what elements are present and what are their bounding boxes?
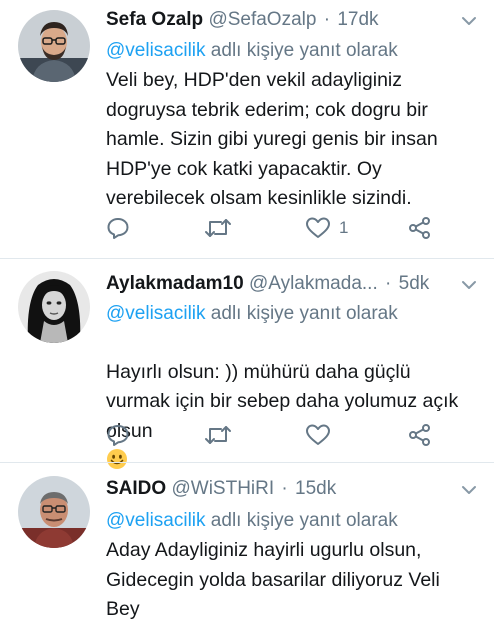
tweet-actions: 1	[106, 215, 454, 241]
retweet-button[interactable]	[204, 422, 232, 448]
share-button[interactable]	[408, 215, 432, 241]
share-button[interactable]	[408, 422, 432, 448]
reply-button[interactable]	[106, 422, 130, 448]
retweet-icon	[205, 426, 231, 444]
avatar[interactable]	[18, 271, 90, 343]
separator-dot: ·	[281, 478, 288, 499]
like-button[interactable]	[305, 422, 331, 448]
tweet-2[interactable]: Aylakmadam10 @Aylakmada... · 5dk @velisa…	[0, 259, 494, 469]
timestamp[interactable]: 5dk	[399, 273, 430, 294]
chevron-down-icon[interactable]	[460, 481, 478, 499]
tweet-3[interactable]: SAIDO @WiSTHiRI · 15dk @velisacilik adlı…	[0, 463, 494, 624]
tweet-header: Sefa Ozalp @SefaOzalp · 17dk	[106, 7, 454, 33]
tweet-header: Aylakmadam10 @Aylakmada... · 5dk	[106, 271, 454, 297]
reply-context-text: adlı kişiye yanıt olarak	[205, 40, 398, 61]
separator-dot: ·	[385, 273, 392, 294]
display-name[interactable]: Aylakmadam10	[106, 273, 244, 294]
heart-icon	[306, 424, 330, 445]
reply-context-text: adlı kişiye yanıt olarak	[205, 510, 398, 531]
user-handle[interactable]: @SefaOzalp	[208, 9, 316, 30]
reply-context: @velisacilik adlı kişiye yanıt olarak	[106, 36, 478, 66]
user-handle[interactable]: @Aylakmada...	[249, 273, 378, 294]
display-name[interactable]: SAIDO	[106, 478, 166, 499]
reply-button[interactable]	[106, 215, 130, 241]
avatar[interactable]	[18, 10, 90, 82]
chevron-down-icon[interactable]	[460, 12, 478, 30]
tweet-text: Hayırlı olsun: )) mühürü daha güçlü vurm…	[106, 328, 478, 476]
like-count: 1	[339, 218, 349, 237]
tweet-1[interactable]: Sefa Ozalp @SefaOzalp · 17dk @velisacili…	[0, 0, 494, 258]
user-handle[interactable]: @WiSTHiRI	[171, 478, 274, 499]
timestamp[interactable]: 15dk	[295, 478, 336, 499]
tweet-text: Veli bey, HDP'den vekil adayliginiz dogr…	[106, 69, 438, 209]
separator-dot: ·	[323, 9, 331, 30]
tweet-header: SAIDO @WiSTHiRI · 15dk	[106, 476, 454, 502]
tweet-actions	[106, 422, 454, 448]
retweet-icon	[205, 219, 231, 237]
chevron-down-icon[interactable]	[460, 276, 478, 294]
retweet-button[interactable]	[204, 215, 232, 241]
reply-icon	[107, 218, 129, 239]
reply-context: @velisacilik adlı kişiye yanıt olarak	[106, 506, 478, 536]
reply-context-text: adlı kişiye yanıt olarak	[205, 303, 398, 324]
mention-link[interactable]: @velisacilik	[106, 40, 206, 61]
like-button[interactable]: 1	[305, 215, 348, 241]
tweet-text: Aday Adayliginiz hayirli ugurlu olsun, G…	[106, 539, 440, 620]
share-icon	[409, 424, 430, 446]
mention-link[interactable]: @velisacilik	[106, 510, 206, 531]
mention-link[interactable]: @velisacilik	[106, 303, 206, 324]
heart-icon	[306, 217, 330, 238]
display-name[interactable]: Sefa Ozalp	[106, 9, 203, 30]
timestamp[interactable]: 17dk	[337, 9, 378, 30]
avatar[interactable]	[18, 476, 90, 548]
share-icon	[409, 217, 430, 239]
reply-icon	[107, 425, 129, 446]
reply-context: @velisacilik adlı kişiye yanıt olarak	[106, 299, 478, 329]
